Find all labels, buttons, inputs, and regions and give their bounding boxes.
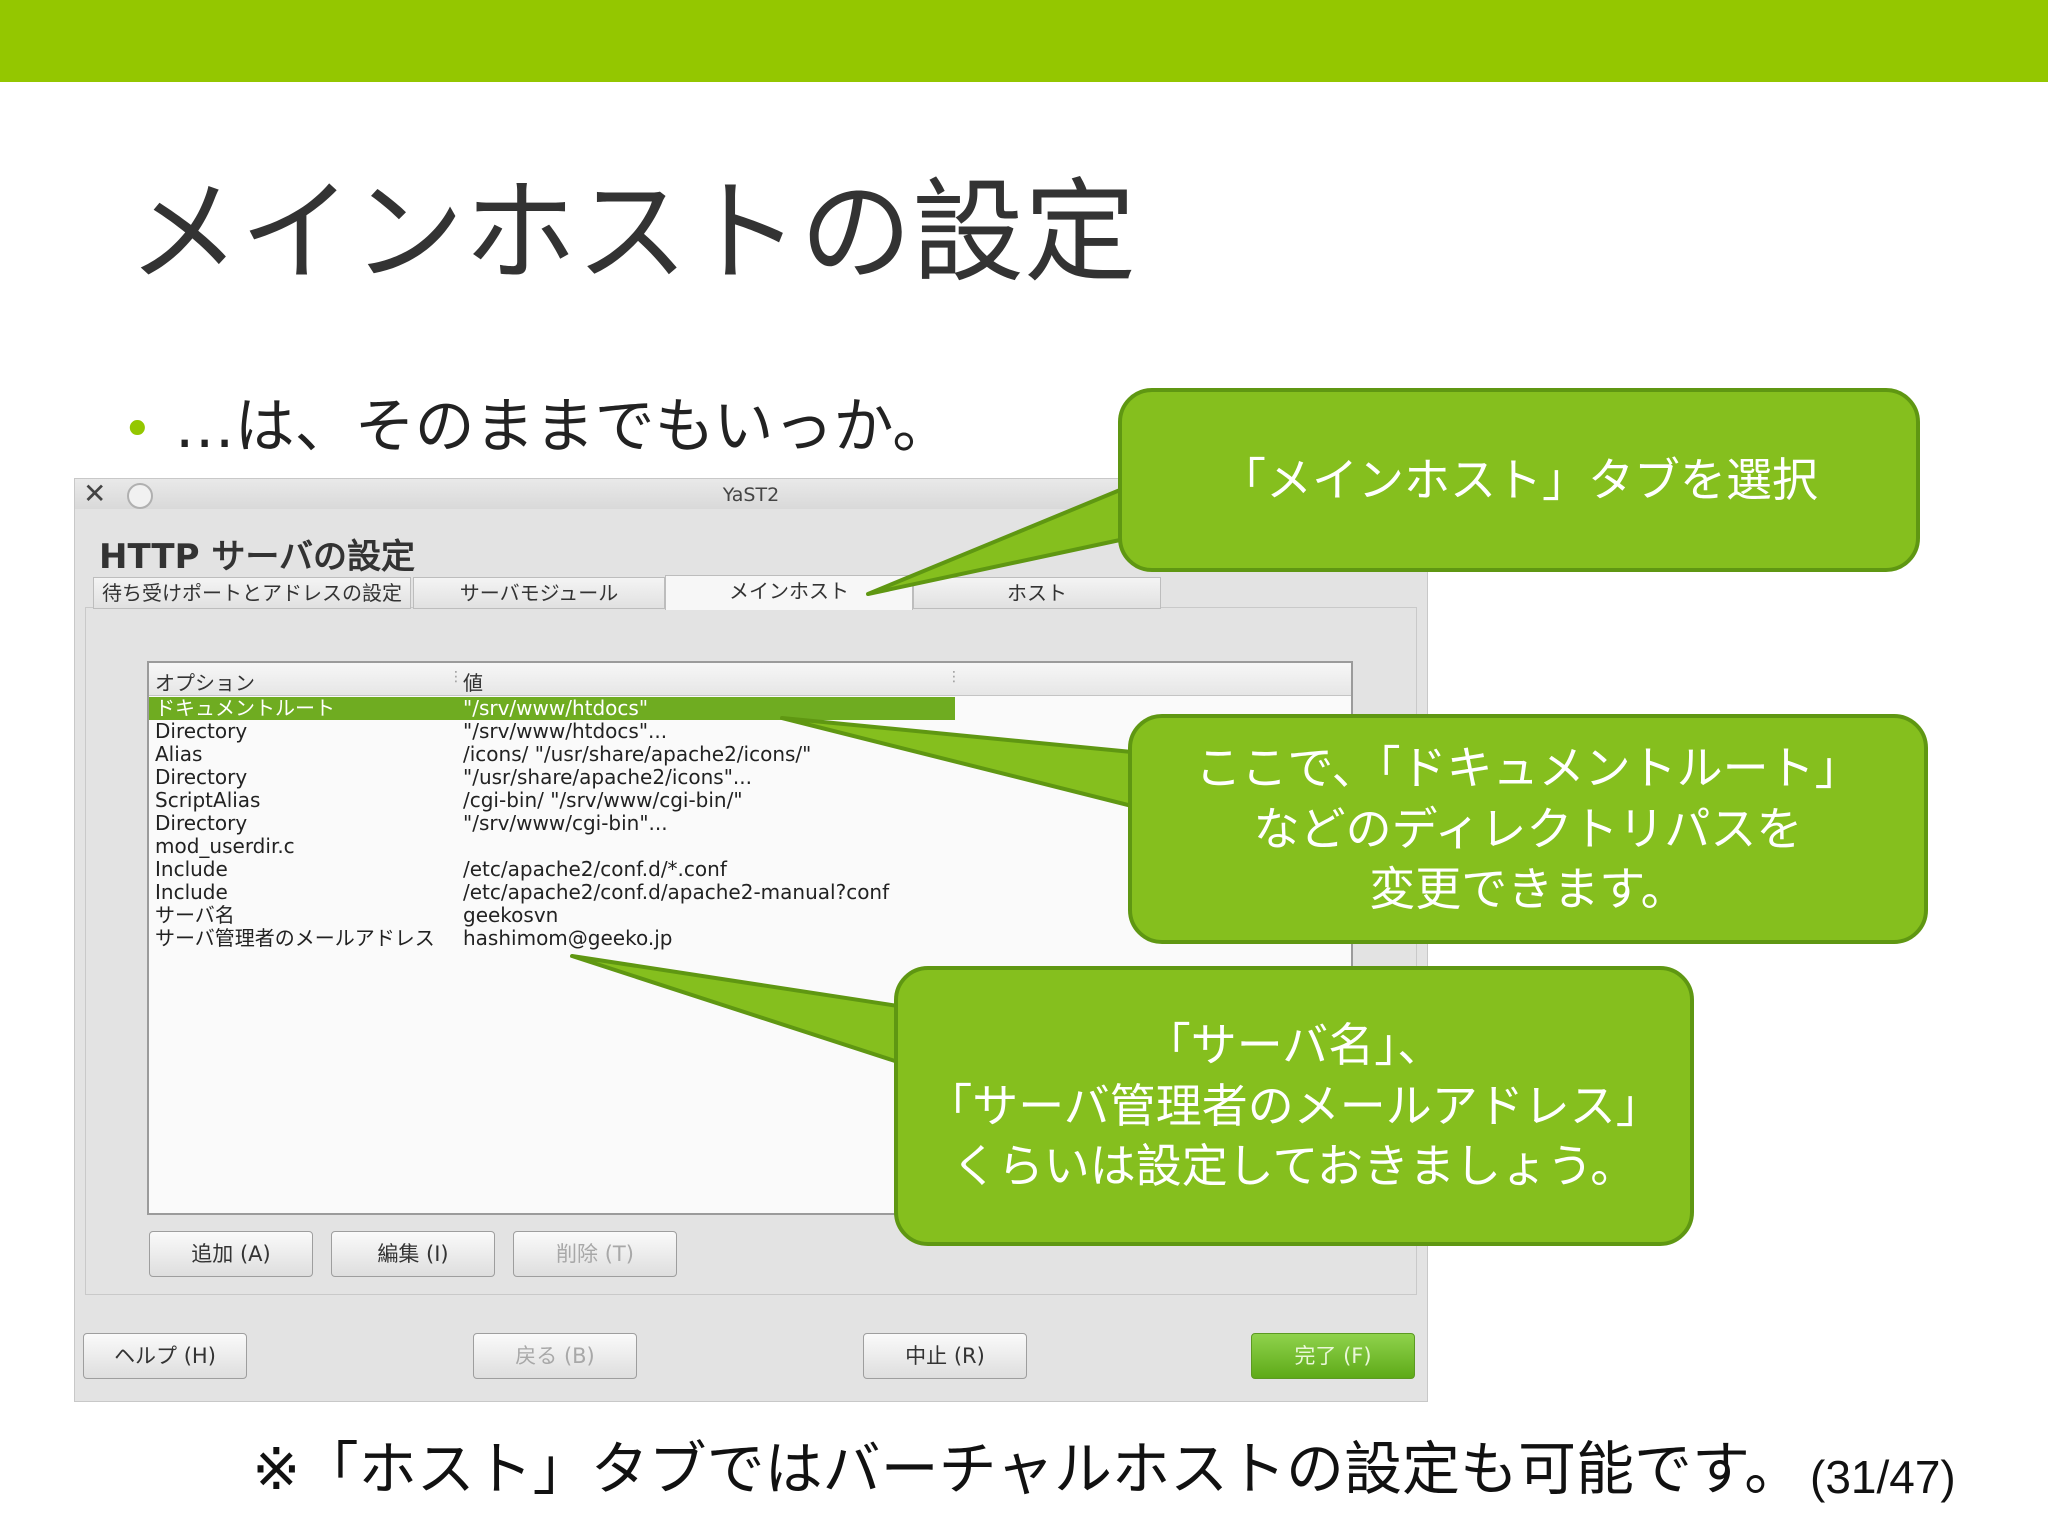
callout-text: くらいは設定しておきましょう。 xyxy=(951,1139,1637,1194)
page-number: (31/47) xyxy=(1810,1451,1956,1503)
callout-text: 「サーバ名」、 xyxy=(1144,1017,1444,1072)
callout-text: などのディレクトリパスを xyxy=(1253,801,1803,856)
callout-text: ここで、「ドキュメントルート」 xyxy=(1195,740,1861,795)
tab-callout-pointer xyxy=(866,488,1122,596)
callout-select-tab: 「メインホスト」タブを選択 xyxy=(1118,388,1920,572)
callout-text: 変更できます。 xyxy=(1369,862,1687,917)
callout-server-settings: 「サーバ名」、 「サーバ管理者のメールアドレス」 くらいは設定しておきましょう。 xyxy=(894,966,1694,1246)
server-callout-pointer xyxy=(570,954,900,1064)
docroot-callout-pointer xyxy=(780,716,1134,808)
callout-text: 「メインホスト」タブを選択 xyxy=(1220,452,1818,507)
callout-document-root: ここで、「ドキュメントルート」 などのディレクトリパスを 変更できます。 xyxy=(1128,714,1928,944)
footnote: ※「ホスト」タブではバーチャルホストの設定も可能です。 xyxy=(252,1435,1803,1503)
callout-text: 「サーバ管理者のメールアドレス」 xyxy=(926,1078,1662,1133)
